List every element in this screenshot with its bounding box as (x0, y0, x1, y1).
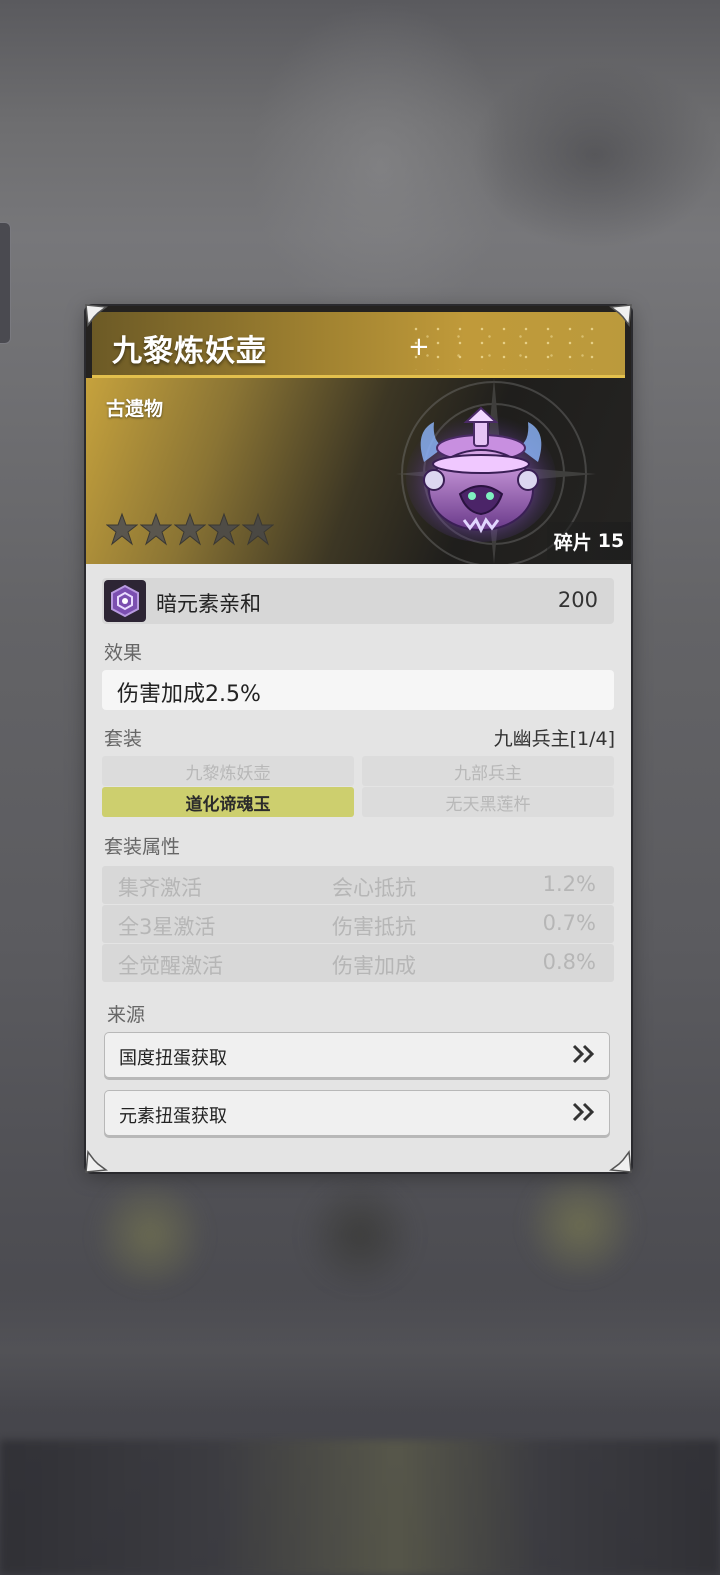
background-blur (520, 1170, 640, 1280)
corner-ornament-icon (85, 304, 108, 327)
attribute-condition: 集齐激活 (118, 876, 202, 900)
attribute-value: 0.8% (542, 950, 596, 974)
item-title: 九黎炼妖壶 (112, 334, 267, 369)
double-chevron-right-icon (572, 1044, 595, 1064)
dark-element-icon (104, 580, 146, 622)
attribute-condition: 全觉醒激活 (118, 954, 223, 978)
side-tab[interactable] (0, 222, 11, 344)
set-item[interactable]: 九黎炼妖壶 (102, 756, 354, 786)
corner-ornament-icon (609, 304, 632, 327)
set-attribute-row: 全觉醒激活 伤害加成 0.8% (102, 944, 614, 982)
set-item-active[interactable]: 道化谛魂玉 (102, 787, 354, 817)
title-band: 九黎炼妖壶 + (92, 312, 625, 378)
star-empty-icon (242, 512, 274, 546)
attribute-condition: 全3星激活 (118, 915, 216, 939)
background-blur (470, 60, 720, 250)
source-button-element-gacha[interactable]: 元素扭蛋获取 (104, 1090, 610, 1136)
relic-detail-card: 九黎炼妖壶 + 古遗物 碎片 15 暗元素亲和 200 效果 伤害加成2.5% … (86, 306, 631, 1172)
source-button-realm-gacha[interactable]: 国度扭蛋获取 (104, 1032, 610, 1078)
element-affinity-row: 暗元素亲和 200 (102, 578, 614, 624)
star-empty-icon (174, 512, 206, 546)
background-blur (300, 1180, 420, 1290)
fragment-label: 碎片 (553, 531, 592, 554)
attribute-value: 0.7% (542, 911, 596, 935)
fragment-count: 碎片 15 (547, 522, 631, 560)
attribute-value: 1.2% (542, 872, 596, 896)
background-blur (90, 1180, 210, 1290)
set-name: 九幽兵主[1/4] (493, 728, 615, 750)
fragment-value: 15 (597, 530, 625, 552)
effect-text: 伤害加成2.5% (117, 682, 261, 707)
corner-ornament-icon (85, 1150, 108, 1173)
star-rating (106, 512, 274, 546)
background-blur (0, 1290, 720, 1410)
set-attribute-row: 集齐激活 会心抵抗 1.2% (102, 866, 614, 904)
affinity-label: 暗元素亲和 (156, 592, 261, 616)
item-category: 古遗物 (106, 398, 164, 420)
sparkle-particles (405, 322, 605, 370)
corner-ornament-icon (609, 1150, 632, 1173)
attribute-name: 伤害加成 (332, 954, 416, 978)
card-header: 九黎炼妖壶 + 古遗物 碎片 15 (86, 306, 631, 564)
attribute-name: 会心抵抗 (332, 876, 416, 900)
item-banner: 古遗物 碎片 15 (86, 378, 631, 564)
set-item[interactable]: 无天黑莲杵 (362, 787, 614, 817)
sparkle-icon: + (408, 332, 430, 362)
set-attributes-label: 套装属性 (104, 836, 181, 858)
relic-cauldron-icon (406, 406, 556, 542)
source-section-label: 来源 (107, 1004, 146, 1026)
star-empty-icon (106, 512, 138, 546)
effect-box: 伤害加成2.5% (102, 670, 614, 710)
set-item[interactable]: 九部兵主 (362, 756, 614, 786)
background-bottom-bar (0, 1440, 720, 1575)
star-empty-icon (208, 512, 240, 546)
set-attribute-row: 全3星激活 伤害抵抗 0.7% (102, 905, 614, 943)
source-button-label: 国度扭蛋获取 (119, 1048, 227, 1069)
affinity-value: 200 (557, 588, 598, 612)
star-empty-icon (140, 512, 172, 546)
double-chevron-right-icon (572, 1102, 595, 1122)
attribute-name: 伤害抵抗 (332, 915, 416, 939)
source-button-label: 元素扭蛋获取 (119, 1106, 227, 1127)
set-section-label: 套装 (104, 728, 143, 750)
effect-section-label: 效果 (104, 642, 143, 664)
